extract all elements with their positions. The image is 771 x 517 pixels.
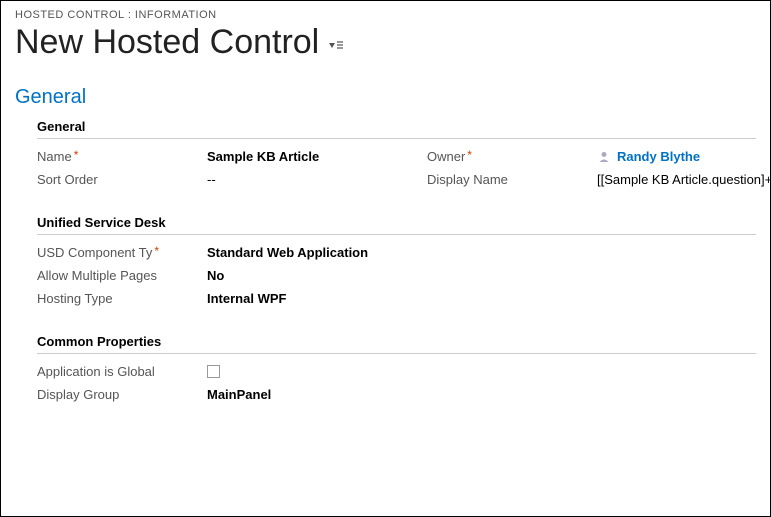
required-icon: * bbox=[467, 148, 472, 162]
label-name: Name* bbox=[37, 149, 187, 164]
breadcrumb: HOSTED CONTROL : INFORMATION bbox=[15, 9, 756, 21]
title-dropdown-icon[interactable] bbox=[329, 40, 343, 54]
section-common: Common Properties Application is Global … bbox=[15, 334, 756, 402]
required-icon: * bbox=[74, 148, 79, 162]
section-general: General Name* Sample KB Article Owner* R… bbox=[15, 119, 756, 187]
value-hosting-type[interactable]: Internal WPF bbox=[207, 291, 607, 306]
checkbox-app-global[interactable] bbox=[207, 365, 220, 378]
value-display-name[interactable]: [[Sample KB Article.question]+] bbox=[597, 172, 771, 187]
person-icon bbox=[597, 150, 611, 164]
page-title: New Hosted Control bbox=[15, 23, 319, 62]
section-heading-usd: Unified Service Desk bbox=[37, 215, 756, 235]
label-display-name: Display Name bbox=[427, 172, 577, 187]
section-heading-common: Common Properties bbox=[37, 334, 756, 354]
owner-link[interactable]: Randy Blythe bbox=[617, 149, 700, 164]
section-usd: Unified Service Desk USD Component Ty* S… bbox=[15, 215, 756, 306]
label-app-global: Application is Global bbox=[37, 364, 187, 379]
label-component-type: USD Component Ty* bbox=[37, 245, 187, 260]
value-component-type[interactable]: Standard Web Application bbox=[207, 245, 607, 260]
value-owner[interactable]: Randy Blythe bbox=[597, 149, 771, 164]
label-sort-order: Sort Order bbox=[37, 172, 187, 187]
value-name[interactable]: Sample KB Article bbox=[207, 149, 407, 164]
label-allow-multiple: Allow Multiple Pages bbox=[37, 268, 187, 283]
label-display-group: Display Group bbox=[37, 387, 187, 402]
section-heading-general: General bbox=[37, 119, 756, 139]
label-hosting-type: Hosting Type bbox=[37, 291, 187, 306]
required-icon: * bbox=[154, 244, 159, 258]
section-tab-general[interactable]: General bbox=[15, 86, 756, 109]
value-allow-multiple[interactable]: No bbox=[207, 268, 607, 283]
value-app-global[interactable] bbox=[207, 365, 607, 378]
label-owner: Owner* bbox=[427, 149, 577, 164]
value-sort-order[interactable]: -- bbox=[207, 172, 407, 187]
value-display-group[interactable]: MainPanel bbox=[207, 387, 607, 402]
page-title-row: New Hosted Control bbox=[15, 23, 756, 62]
